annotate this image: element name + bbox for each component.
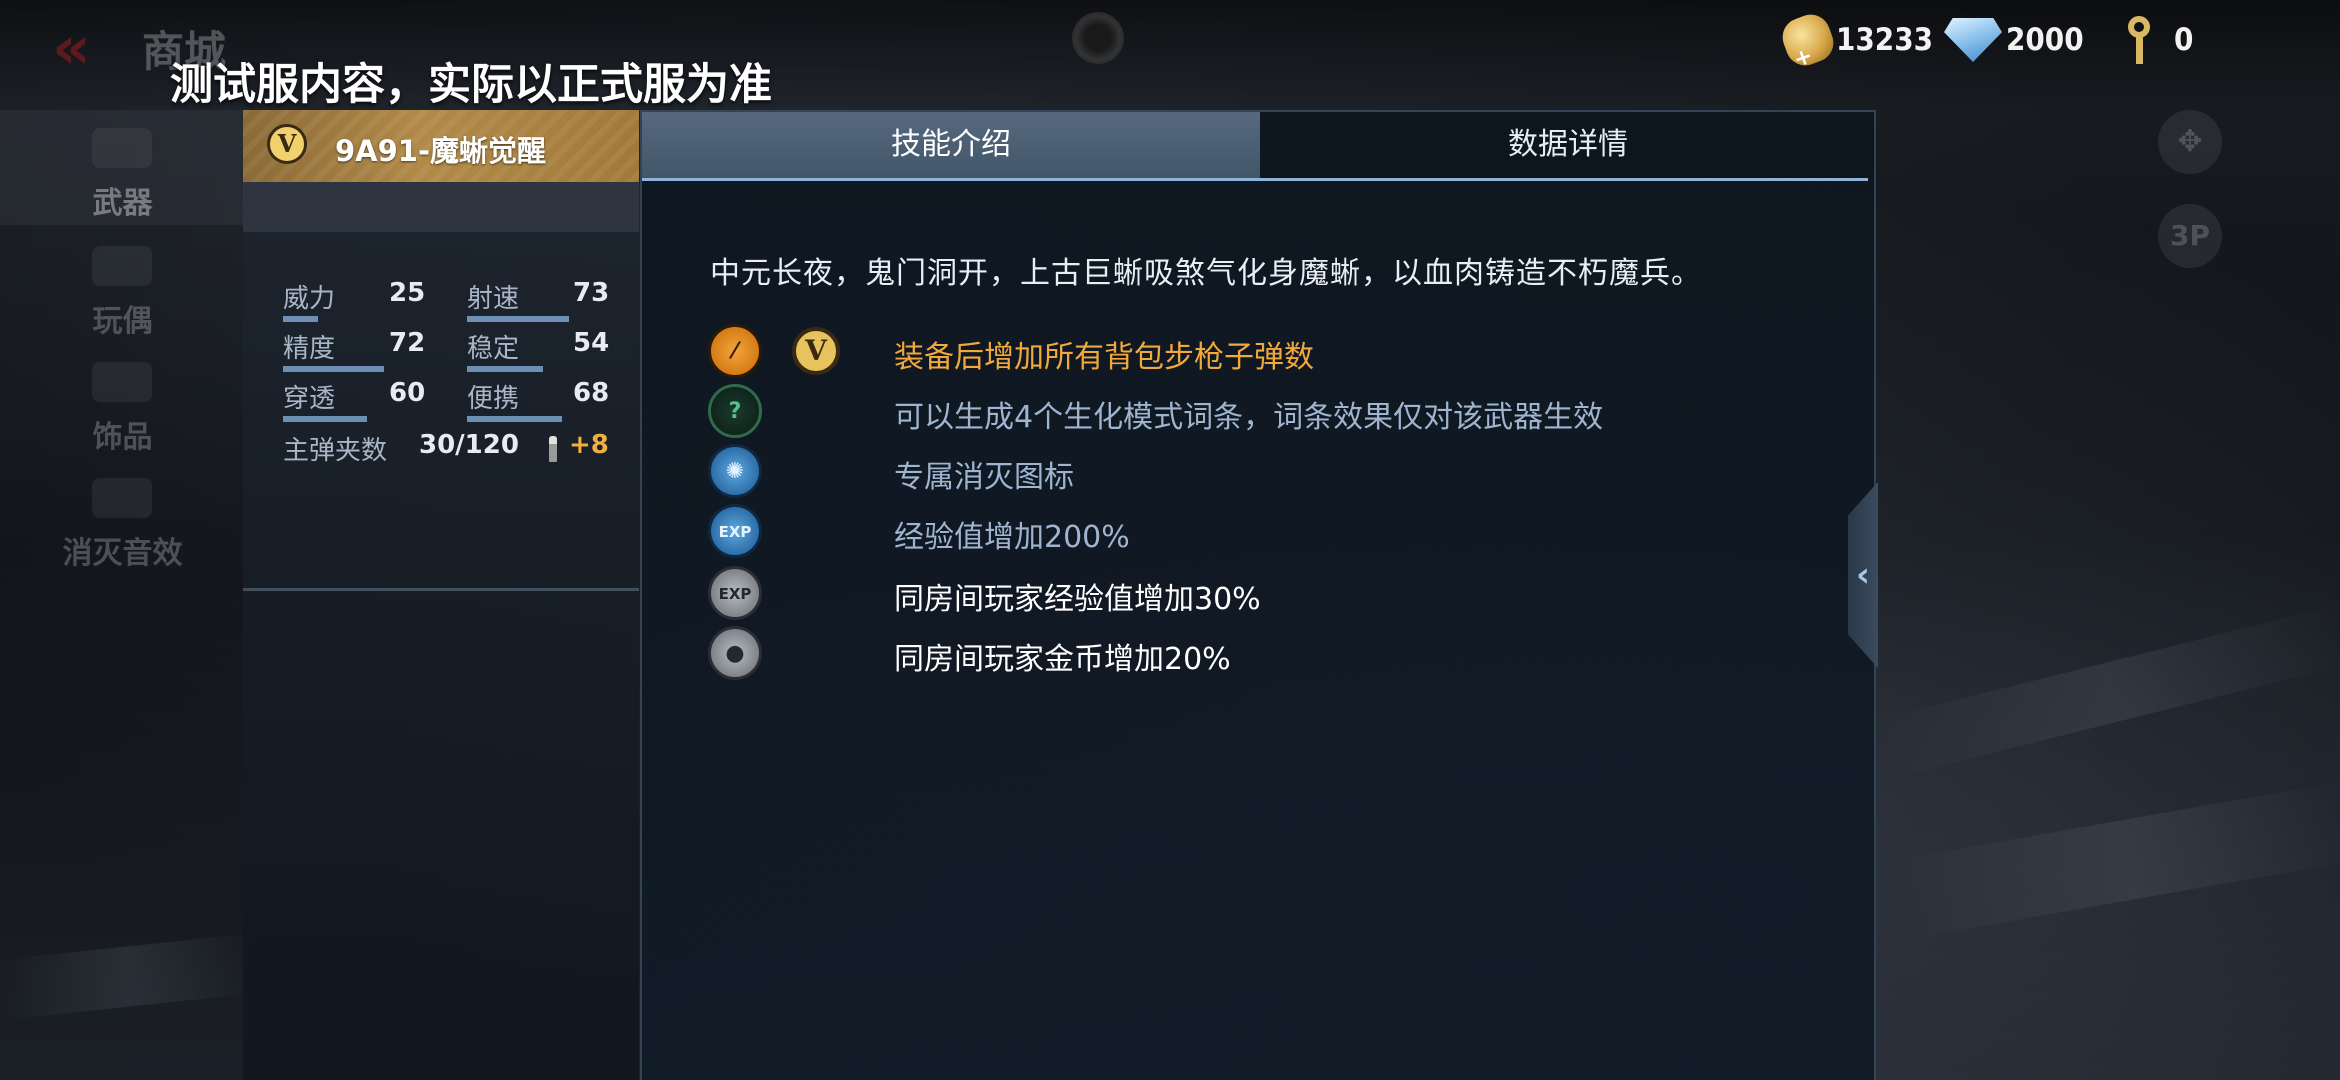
- divider: [243, 588, 639, 591]
- sidebar-item-label: 饰品: [92, 420, 153, 455]
- skill-text: 经验值增加200%: [894, 520, 1130, 555]
- stat-bar-fill: [283, 416, 367, 422]
- test-server-notice: 测试服内容，实际以正式服为准: [170, 60, 772, 110]
- sidebar-item-label: 消灭音效: [62, 536, 183, 571]
- rifle-icon: [92, 128, 152, 168]
- diamond-icon: [1944, 18, 2002, 62]
- magazine-row: 主弹夹数 30/120 +8: [283, 430, 623, 470]
- rifle-ammo-icon: ⁄: [708, 324, 762, 378]
- key-value: 0: [2174, 22, 2194, 58]
- weapon-header: V 9A91-魔蜥觉醒: [243, 110, 639, 182]
- stat-value: 68: [573, 378, 610, 408]
- diamond-balance[interactable]: 2000: [1944, 12, 2084, 68]
- sidebar-item-label: 玩偶: [92, 304, 153, 339]
- bullet-icon: [549, 436, 557, 462]
- stat-label: 便携: [467, 384, 520, 414]
- stat-bar-fill: [467, 416, 562, 422]
- skill-row: ? 可以生成4个生化模式词条，词条效果仅对该武器生效: [708, 384, 1808, 440]
- rank-badge-icon: V: [267, 124, 307, 164]
- stat-bar-fill: [283, 316, 318, 322]
- stat-bar: [283, 316, 423, 322]
- stat-bar-fill: [283, 366, 384, 372]
- skill-description: 中元长夜，鬼门洞开，上古巨蜥吸煞气化身魔蜥，以血肉铸造不朽魔兵。: [710, 256, 1702, 291]
- sidebar-item-label: 武器: [92, 186, 153, 221]
- stat-label: 精度: [283, 334, 336, 364]
- key-icon: [2120, 14, 2160, 66]
- sidebar-item-accessories[interactable]: 饰品: [0, 344, 245, 459]
- magazine-value: 30/120: [419, 430, 519, 460]
- skill-text: 同房间玩家金币增加20%: [894, 642, 1231, 677]
- weapon-subband: [243, 182, 639, 232]
- dpad-icon[interactable]: ✥: [2158, 110, 2222, 174]
- background-streak: [1893, 780, 2340, 940]
- stat-bar: [467, 316, 607, 322]
- stat-bar: [283, 366, 423, 372]
- room-coin-icon: ●: [708, 626, 762, 680]
- skill-text: 专属消灭图标: [894, 460, 1074, 495]
- stat-value: 60: [389, 378, 426, 408]
- stat-bar-fill: [467, 316, 569, 322]
- tab-data-details[interactable]: 数据详情: [1262, 112, 1874, 178]
- skill-row: ✺ 专属消灭图标: [708, 444, 1808, 500]
- skill-text: 可以生成4个生化模式词条，词条效果仅对该武器生效: [894, 400, 1604, 435]
- stat-bar: [467, 416, 607, 422]
- skill-text: 装备后增加所有背包步枪子弹数: [894, 340, 1314, 375]
- exp-boost-icon: EXP: [708, 504, 762, 558]
- sound-icon: [92, 478, 152, 518]
- stat-bar: [283, 416, 423, 422]
- stat-value: 72: [389, 328, 426, 358]
- stat-penetration: 穿透 60: [283, 378, 433, 422]
- camera-view-button[interactable]: 3P: [2158, 204, 2222, 268]
- rank-badge-icon: V: [792, 327, 840, 375]
- sidebar-item-dolls[interactable]: 玩偶: [0, 228, 245, 343]
- bio-mode-icon: ?: [708, 384, 762, 438]
- doll-icon: [92, 246, 152, 286]
- category-sidebar: 武器 玩偶 饰品 消灭音效: [0, 110, 245, 1080]
- tab-underline: [642, 178, 1868, 181]
- magazine-bonus: +8: [569, 430, 609, 460]
- elimination-icon: ✺: [708, 444, 762, 498]
- shop-screen: { "header": { "shop_title": "商城", "notic…: [0, 0, 2340, 1080]
- stat-label: 稳定: [467, 334, 520, 364]
- tab-skill-intro[interactable]: 技能介绍: [642, 112, 1260, 178]
- background-streak: [1872, 604, 2340, 780]
- room-exp-icon: EXP: [708, 566, 762, 620]
- accessory-icon: [92, 362, 152, 402]
- sidebar-item-kill-sounds[interactable]: 消灭音效: [0, 460, 245, 575]
- stat-power: 威力 25: [283, 278, 433, 322]
- stat-value: 25: [389, 278, 426, 308]
- stat-portability: 便携 68: [467, 378, 617, 422]
- stat-bar: [467, 366, 607, 372]
- back-button[interactable]: «: [52, 16, 116, 80]
- stat-value: 54: [573, 328, 610, 358]
- stat-fire-rate: 射速 73: [467, 278, 617, 322]
- gold-coin-value: 13233: [1836, 22, 1934, 58]
- stat-stability: 稳定 54: [467, 328, 617, 372]
- weapon-name: 9A91-魔蜥觉醒: [335, 134, 547, 168]
- lens-icon: [1072, 12, 1124, 64]
- stat-accuracy: 精度 72: [283, 328, 433, 372]
- stat-label: 射速: [467, 284, 520, 314]
- gold-coin-balance[interactable]: 13233: [1777, 9, 1934, 71]
- sidebar-item-weapons[interactable]: 武器: [0, 110, 245, 225]
- magazine-label: 主弹夹数: [283, 436, 388, 466]
- stat-value: 73: [573, 278, 610, 308]
- weapon-info-panel: 技能介绍 数据详情 中元长夜，鬼门洞开，上古巨蜥吸煞气化身魔蜥，以血肉铸造不朽魔…: [640, 110, 1876, 1080]
- skill-row: EXP 同房间玩家经验值增加30%: [708, 566, 1808, 622]
- skill-row: ⁄ V 装备后增加所有背包步枪子弹数: [708, 324, 1808, 380]
- stat-label: 威力: [283, 284, 336, 314]
- stat-bar-fill: [467, 366, 543, 372]
- diamond-value: 2000: [2006, 22, 2084, 58]
- weapon-stats-panel: V 9A91-魔蜥觉醒 威力 25 射速 73 精度 72 稳定 54 穿透 6…: [243, 110, 639, 1080]
- gold-coin-icon: [1777, 9, 1839, 71]
- skill-row: EXP 经验值增加200%: [708, 504, 1808, 560]
- stat-label: 穿透: [283, 384, 336, 414]
- skill-text: 同房间玩家经验值增加30%: [894, 582, 1261, 617]
- skill-row: ● 同房间玩家金币增加20%: [708, 626, 1808, 682]
- key-balance[interactable]: 0: [2120, 12, 2193, 68]
